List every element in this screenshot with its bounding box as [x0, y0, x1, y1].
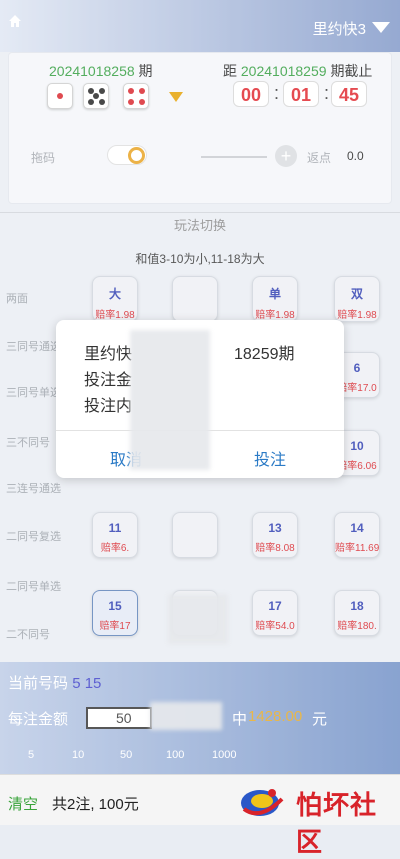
- bet-summary: 共2注, 100元: [52, 796, 139, 813]
- dialog-period: 18259期: [234, 346, 295, 363]
- redaction-block: [168, 594, 228, 644]
- redaction-block: [150, 702, 222, 730]
- logo-text: 怕坏社区: [296, 791, 378, 858]
- logo-icon: [241, 789, 284, 816]
- dialog-amount-label: 投注金: [84, 372, 133, 389]
- dialog-title: 里约快: [84, 346, 133, 363]
- dialog-content-label: 投注内: [84, 398, 133, 415]
- confirm-bet-button[interactable]: 投注: [254, 446, 286, 470]
- redaction-block: [130, 330, 210, 470]
- footer-bar: 清空 共2注, 100元 怕坏社区: [0, 774, 400, 858]
- clear-button[interactable]: 清空: [8, 793, 38, 814]
- site-logo: 怕坏社区: [238, 781, 398, 858]
